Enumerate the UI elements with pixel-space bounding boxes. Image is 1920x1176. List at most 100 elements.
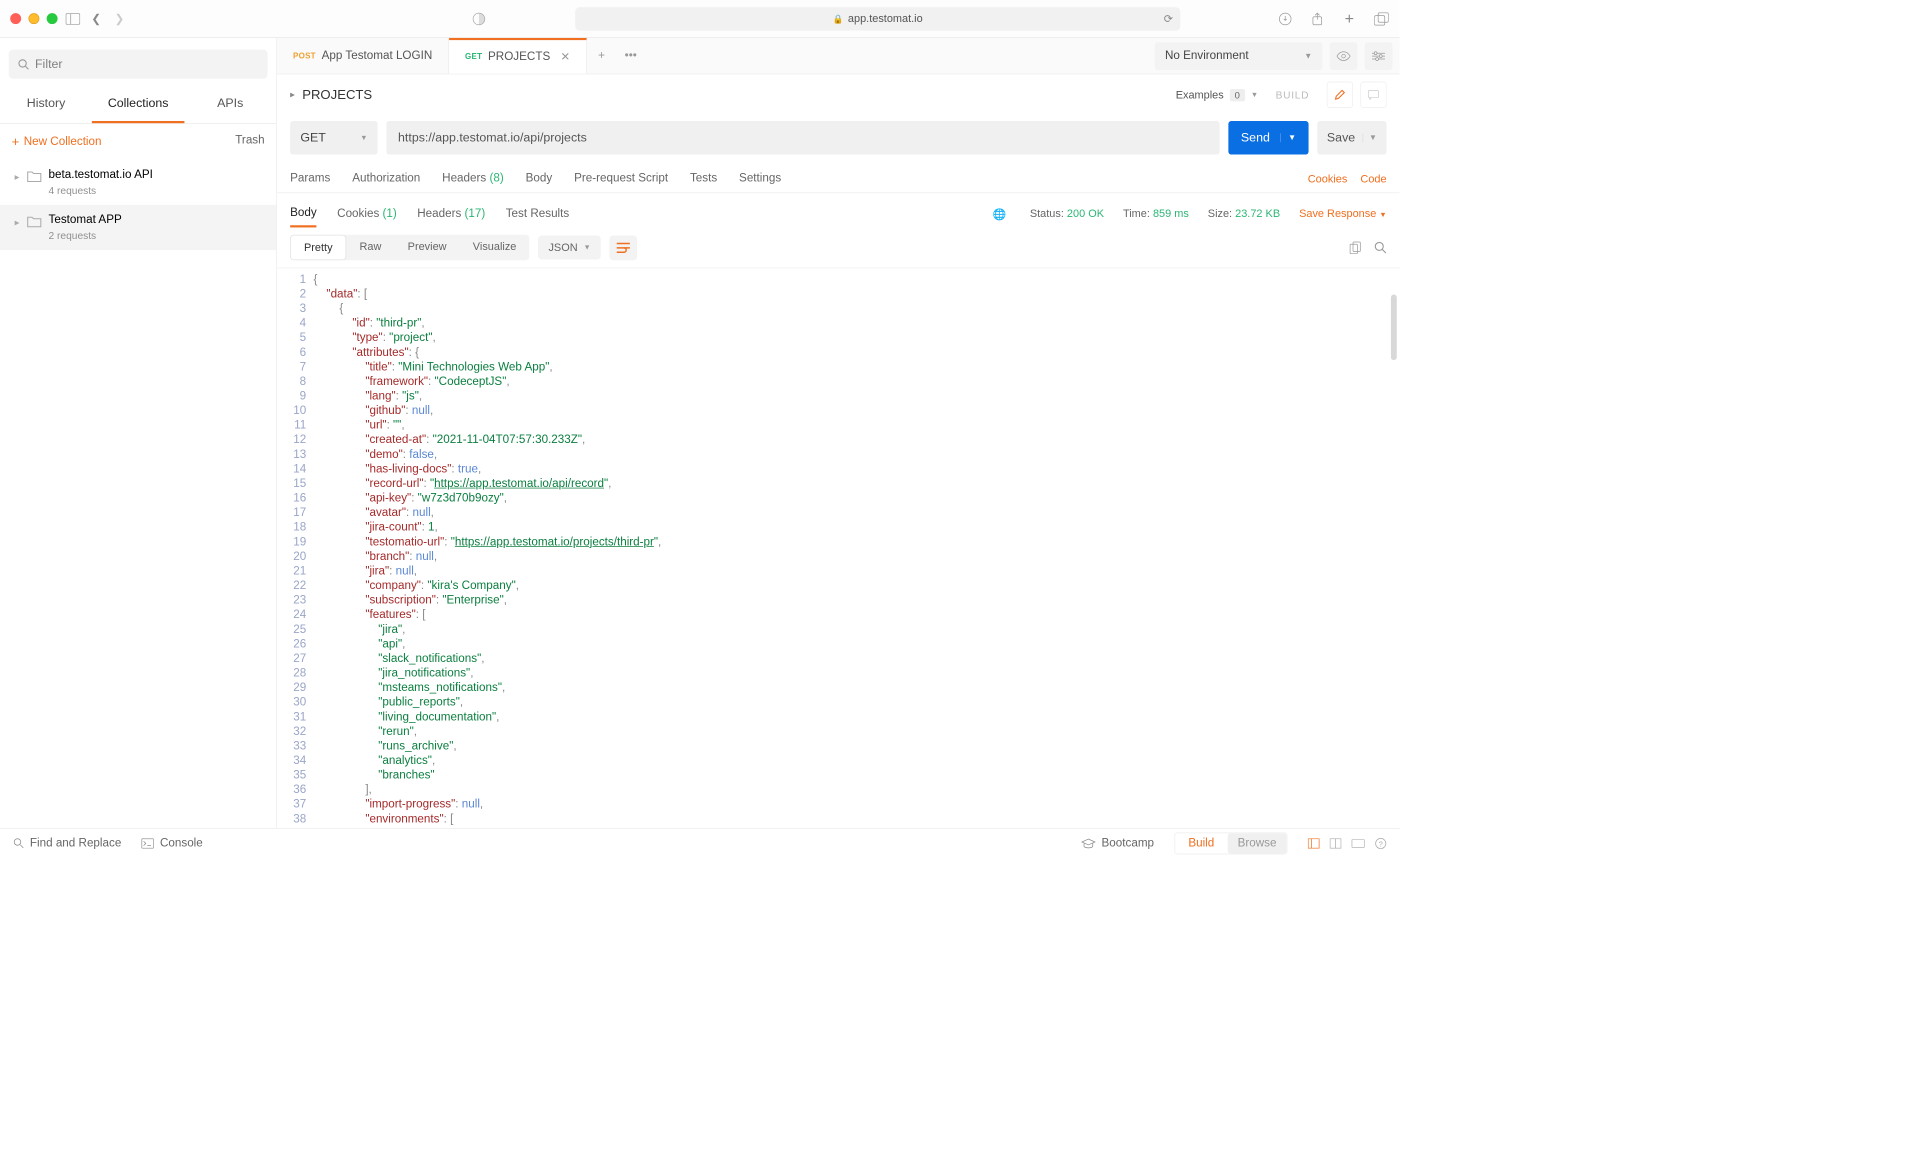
tab-collections[interactable]: Collections — [92, 86, 184, 123]
new-tab-icon[interactable]: + — [1341, 11, 1357, 27]
window-controls — [10, 13, 57, 24]
status-bar: Find and Replace Console Bootcamp Build … — [0, 828, 1400, 857]
trash-link[interactable]: Trash — [235, 134, 264, 149]
layout-single-icon[interactable] — [1308, 838, 1320, 848]
resp-tab-tests[interactable]: Test Results — [506, 202, 570, 227]
bootcamp-button[interactable]: Bootcamp — [1081, 837, 1154, 850]
code-link[interactable]: Code — [1360, 172, 1386, 184]
expand-icon[interactable]: ▸ — [290, 89, 295, 101]
folder-icon — [27, 215, 42, 227]
wrap-lines-icon[interactable] — [610, 235, 638, 260]
url-text: app.testomat.io — [848, 12, 923, 24]
line-gutter: 1234567891011121314151617181920212223242… — [277, 273, 313, 814]
subtab-tests[interactable]: Tests — [690, 165, 717, 193]
subtab-params[interactable]: Params — [290, 165, 330, 193]
chevron-down-icon: ▼ — [360, 134, 367, 142]
view-raw[interactable]: Raw — [346, 235, 394, 261]
filter-input[interactable]: Filter — [9, 50, 268, 79]
tab-apis[interactable]: APIs — [184, 86, 276, 123]
nav-back-icon[interactable]: ❮ — [88, 11, 104, 27]
subtab-body[interactable]: Body — [526, 165, 553, 193]
tab-label: PROJECTS — [488, 50, 550, 63]
console-button[interactable]: Console — [142, 837, 203, 850]
resp-tab-body[interactable]: Body — [290, 200, 317, 227]
view-preview[interactable]: Preview — [395, 235, 460, 261]
new-collection-button[interactable]: +New Collection — [12, 134, 102, 149]
address-bar[interactable]: 🔒 app.testomat.io ⟳ — [575, 7, 1180, 30]
help-icon[interactable]: ? — [1375, 837, 1387, 849]
save-button[interactable]: Save▼ — [1317, 121, 1386, 155]
sidebar-tabs: History Collections APIs — [0, 86, 276, 124]
request-tabs: POST App Testomat LOGIN GET PROJECTS ✕ +… — [277, 38, 1147, 74]
method-badge: GET — [465, 52, 482, 61]
sidebar: Filter History Collections APIs +New Col… — [0, 38, 277, 828]
chevron-down-icon: ▼ — [1304, 51, 1312, 60]
browse-button[interactable]: Browse — [1227, 833, 1286, 853]
tabs-icon[interactable] — [1373, 11, 1389, 27]
view-mode-group: Pretty Raw Preview Visualize — [290, 235, 529, 261]
subtab-authorization[interactable]: Authorization — [352, 165, 420, 193]
send-button[interactable]: Send▼ — [1228, 121, 1308, 155]
chevron-down-icon: ▼ — [583, 243, 590, 251]
keyboard-shortcuts-icon[interactable] — [1352, 839, 1365, 848]
chevron-down-icon[interactable]: ▼ — [1362, 133, 1377, 142]
comment-icon[interactable] — [1360, 82, 1386, 108]
subtab-settings[interactable]: Settings — [739, 165, 781, 193]
tab-overflow-icon[interactable]: ••• — [616, 38, 645, 74]
search-icon — [17, 58, 29, 70]
response-body-editor[interactable]: 1234567891011121314151617181920212223242… — [277, 268, 1400, 828]
environment-select[interactable]: No Environment▼ — [1155, 42, 1323, 70]
format-select[interactable]: JSON▼ — [538, 235, 601, 259]
layout-split-icon[interactable] — [1330, 838, 1342, 848]
download-icon[interactable] — [1277, 11, 1293, 27]
sidebar-toggle-icon[interactable] — [65, 11, 81, 27]
new-tab-button[interactable]: + — [587, 38, 616, 74]
folder-icon — [27, 170, 42, 182]
globe-icon[interactable]: 🌐 — [993, 207, 1007, 220]
save-response-button[interactable]: Save Response ▼ — [1299, 208, 1386, 220]
browser-titlebar: ❮ ❯ 🔒 app.testomat.io ⟳ + — [0, 0, 1400, 38]
maximize-window[interactable] — [47, 13, 58, 24]
find-replace-button[interactable]: Find and Replace — [13, 837, 121, 850]
request-name: PROJECTS — [302, 87, 372, 102]
request-tab[interactable]: POST App Testomat LOGIN — [277, 38, 449, 74]
method-select[interactable]: GET▼ — [290, 121, 377, 155]
build-button[interactable]: Build — [1175, 833, 1227, 853]
scrollbar-thumb[interactable] — [1391, 295, 1397, 361]
tab-label: App Testomat LOGIN — [322, 49, 433, 62]
examples-dropdown[interactable]: Examples 0 ▼ — [1176, 89, 1258, 101]
collection-item[interactable]: ▸ Testomat APP 2 requests — [0, 205, 276, 250]
edit-icon[interactable] — [1327, 82, 1353, 108]
search-icon[interactable] — [1374, 241, 1386, 254]
cookies-link[interactable]: Cookies — [1308, 172, 1348, 184]
chevron-right-icon: ▸ — [15, 217, 20, 229]
tab-history[interactable]: History — [0, 86, 92, 123]
close-window[interactable] — [10, 13, 21, 24]
subtab-headers[interactable]: Headers (8) — [442, 165, 504, 193]
share-icon[interactable] — [1309, 11, 1325, 27]
collection-name: beta.testomat.io API — [49, 168, 153, 181]
view-visualize[interactable]: Visualize — [460, 235, 530, 261]
collection-item[interactable]: ▸ beta.testomat.io API 4 requests — [0, 160, 276, 205]
url-input[interactable]: https://app.testomat.io/api/projects — [386, 121, 1219, 155]
nav-forward-icon[interactable]: ❯ — [112, 11, 128, 27]
resp-tab-cookies[interactable]: Cookies (1) — [337, 202, 397, 227]
env-preview-icon[interactable] — [1330, 42, 1358, 70]
build-label: BUILD — [1276, 89, 1310, 101]
env-settings-icon[interactable] — [1365, 42, 1393, 70]
main-panel: POST App Testomat LOGIN GET PROJECTS ✕ +… — [277, 38, 1400, 828]
close-icon[interactable]: ✕ — [560, 50, 570, 65]
method-badge: POST — [293, 51, 316, 60]
copy-icon[interactable] — [1349, 241, 1361, 254]
collection-meta: 4 requests — [49, 184, 153, 196]
reload-icon[interactable]: ⟳ — [1164, 12, 1173, 25]
resp-tab-headers[interactable]: Headers (17) — [417, 202, 485, 227]
view-pretty[interactable]: Pretty — [290, 235, 346, 261]
chevron-down-icon[interactable]: ▼ — [1280, 133, 1296, 142]
minimize-window[interactable] — [28, 13, 39, 24]
subtab-prerequest[interactable]: Pre-request Script — [574, 165, 668, 193]
chevron-right-icon: ▸ — [15, 171, 20, 183]
json-code: { "data": [ { "id": "third-pr", "type": … — [313, 273, 1399, 814]
shield-icon[interactable] — [471, 11, 487, 27]
request-tab[interactable]: GET PROJECTS ✕ — [449, 38, 587, 74]
